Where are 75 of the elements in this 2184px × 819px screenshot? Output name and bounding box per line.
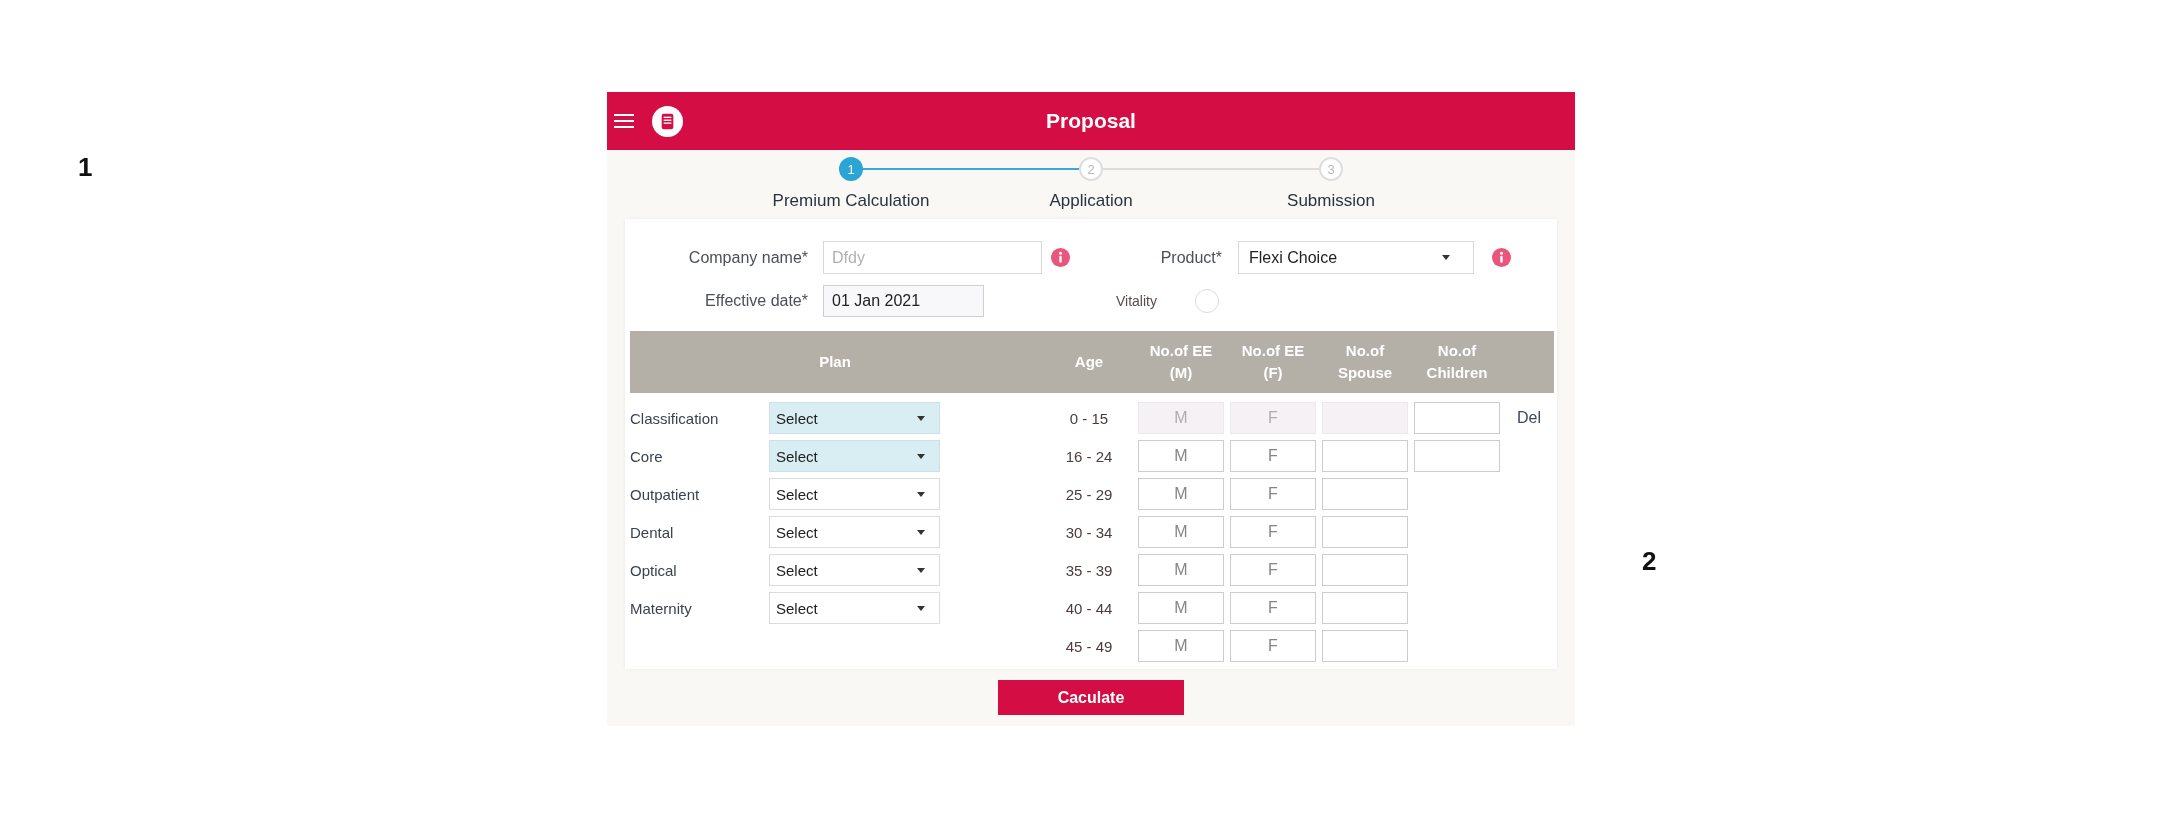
info-icon[interactable]	[1051, 248, 1070, 267]
plan-dropdown[interactable]: Select	[769, 516, 940, 548]
count-field[interactable]	[1322, 440, 1408, 472]
count-field[interactable]: M	[1138, 630, 1224, 662]
caret-icon	[917, 605, 925, 611]
count-field[interactable]: M	[1138, 592, 1224, 624]
plan-dropdown[interactable]: Select	[769, 554, 940, 586]
step-indicator: 1	[839, 157, 863, 181]
count-field[interactable]	[1322, 478, 1408, 510]
plan-label: Maternity	[630, 599, 693, 617]
age-range: 25 - 29	[1064, 485, 1114, 503]
step-label: Application	[1049, 191, 1133, 211]
company-name-field[interactable]: Dfdy	[823, 241, 1042, 274]
count-field[interactable]: F	[1230, 516, 1316, 548]
column-header: No.of Children	[1425, 341, 1489, 383]
step-label: Premium Calculation	[772, 191, 930, 211]
header-title: Proposal	[1046, 109, 1136, 133]
plan-label: Outpatient	[630, 485, 701, 503]
annotation-number: 1	[78, 152, 94, 182]
vitality-radio[interactable]	[1195, 288, 1219, 313]
product-dropdown[interactable]: Flexi Choice	[1238, 241, 1474, 274]
count-field[interactable]: F	[1230, 554, 1316, 586]
count-field[interactable]	[1322, 592, 1408, 624]
column-header: No.of EE (F)	[1240, 341, 1306, 383]
count-field[interactable]	[1322, 516, 1408, 548]
count-field[interactable]: F	[1230, 592, 1316, 624]
count-field[interactable]: M	[1138, 516, 1224, 548]
annotation-number: 2	[1642, 546, 1658, 576]
age-range: 40 - 44	[1064, 599, 1114, 617]
caret-icon	[917, 567, 925, 573]
count-field[interactable]	[1322, 630, 1408, 662]
count-field[interactable]	[1322, 554, 1408, 586]
age-range: 16 - 24	[1064, 447, 1114, 465]
count-field[interactable]: F	[1230, 630, 1316, 662]
count-field[interactable]	[1414, 440, 1500, 472]
plan-label: Classification	[630, 409, 720, 427]
plan-dropdown[interactable]: Select	[769, 592, 940, 624]
field-label: Product*	[1159, 248, 1222, 267]
menu-icon[interactable]	[614, 114, 634, 128]
caret-icon	[1442, 255, 1450, 260]
calculate-button[interactable]: Caculate	[998, 680, 1184, 715]
date-field[interactable]: 01 Jan 2021	[823, 284, 984, 317]
info-icon[interactable]	[1492, 248, 1511, 267]
plan-dropdown[interactable]: Select	[769, 402, 940, 434]
step-label: Submission	[1287, 191, 1375, 211]
column-header: Plan	[818, 352, 852, 372]
document-icon[interactable]	[652, 105, 683, 137]
age-range: 30 - 34	[1064, 523, 1114, 541]
plan-label: Optical	[630, 561, 678, 579]
plan-dropdown[interactable]: Select	[769, 478, 940, 510]
count-field[interactable]: M	[1138, 440, 1224, 472]
field-label: Company name*	[687, 248, 808, 267]
plan-dropdown[interactable]: Select	[769, 440, 940, 472]
caret-icon	[917, 415, 925, 421]
age-range: 45 - 49	[1064, 637, 1114, 655]
plan-label: Core	[630, 447, 664, 465]
delete-link[interactable]: Del	[1506, 409, 1541, 427]
count-field[interactable]: M	[1138, 478, 1224, 510]
count-field[interactable]: F	[1230, 440, 1316, 472]
age-range: 0 - 15	[1068, 409, 1110, 427]
caret-icon	[917, 491, 925, 497]
count-field[interactable]	[1414, 402, 1500, 434]
age-range: 35 - 39	[1064, 561, 1114, 579]
vitality-label: Vitality	[1116, 292, 1158, 309]
count-field[interactable]: F	[1230, 478, 1316, 510]
field-label: Effective date*	[704, 291, 808, 310]
plan-label: Dental	[630, 523, 675, 541]
caret-icon	[917, 453, 925, 459]
caret-icon	[917, 529, 925, 535]
step-indicator: 2	[1079, 157, 1103, 181]
column-header: Age	[1073, 352, 1105, 372]
column-header: No.of Spouse	[1336, 341, 1394, 383]
count-field[interactable]: M	[1138, 554, 1224, 586]
step-indicator: 3	[1319, 157, 1343, 181]
column-header: No.of EE (M)	[1148, 341, 1214, 383]
